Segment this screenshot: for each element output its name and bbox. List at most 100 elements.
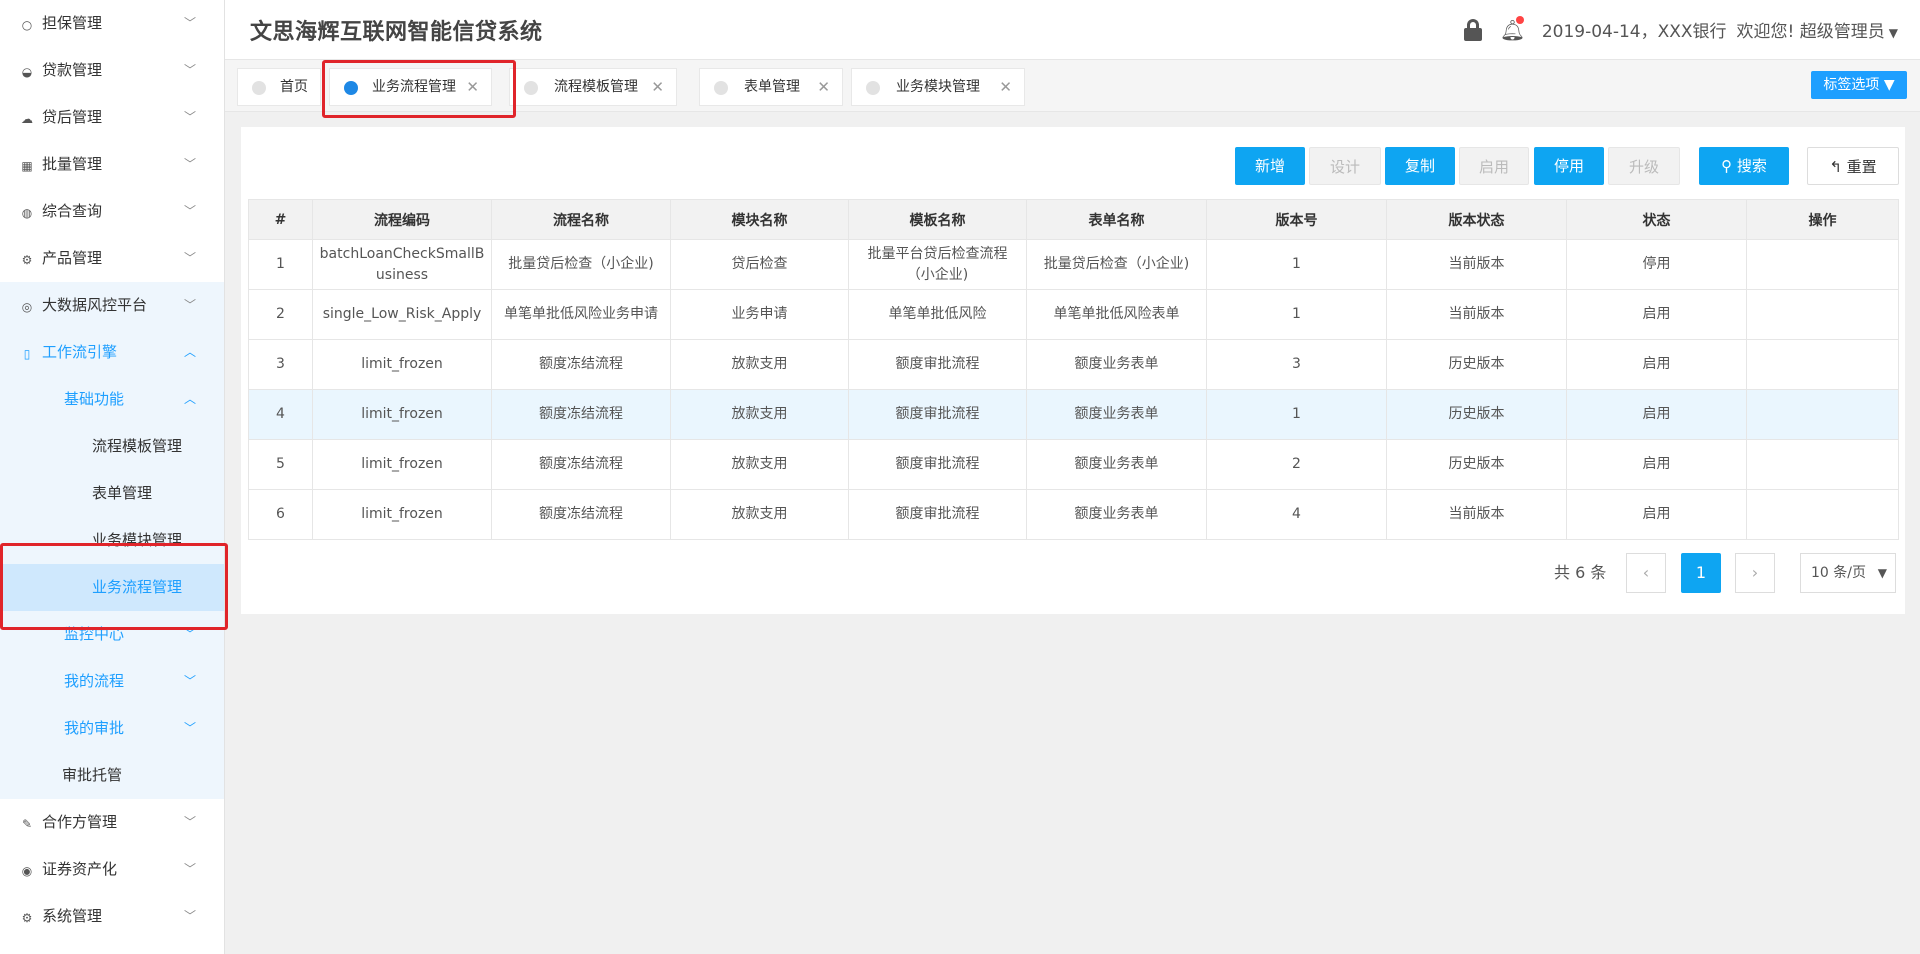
sidebar-item-my-approvals[interactable]: 我的审批 ﹀ [0, 705, 224, 752]
table-row[interactable]: 6 limit_frozen 额度冻结流程 放款支用 额度审批流程 额度业务表单… [248, 489, 1899, 540]
mobile-icon: ▯ [23, 347, 31, 361]
sidebar-item-monitor-center[interactable]: 监控中心 ﹀ [0, 611, 224, 658]
column-header[interactable]: 操作 [1746, 199, 1899, 240]
column-header[interactable]: 版本号 [1206, 199, 1387, 240]
column-header[interactable]: 流程名称 [491, 199, 671, 240]
sidebar-item-guarantee[interactable]: ○ 担保管理 ﹀ [0, 0, 224, 47]
close-icon[interactable]: ✕ [999, 69, 1012, 105]
table-cell: 3 [1206, 339, 1387, 390]
sidebar-item-system[interactable]: ⚙ 系统管理 ﹀ [0, 893, 224, 940]
sidebar-item-my-flows[interactable]: 我的流程 ﹀ [0, 658, 224, 705]
table-row[interactable]: 4 limit_frozen 额度冻结流程 放款支用 额度审批流程 额度业务表单… [248, 389, 1899, 440]
table-cell[interactable] [1746, 289, 1899, 340]
table-row[interactable]: 5 limit_frozen 额度冻结流程 放款支用 额度审批流程 额度业务表单… [248, 439, 1899, 490]
sidebar-item-batch[interactable]: ▦ 批量管理 ﹀ [0, 141, 224, 188]
sidebar-item-flow-template[interactable]: 流程模板管理 [0, 423, 224, 470]
design-button[interactable]: 设计 [1309, 147, 1381, 185]
tab-flow-template[interactable]: 流程模板管理 ✕ [509, 68, 677, 106]
sidebar-item-workflow[interactable]: ▯ 工作流引擎 ︿ [0, 329, 224, 376]
sidebar-item-business-flow[interactable]: 业务流程管理 [0, 564, 224, 611]
table-header-row: # 流程编码 流程名称 模块名称 模板名称 表单名称 版本号 版本状态 状态 操… [248, 199, 1899, 240]
column-header[interactable]: 版本状态 [1386, 199, 1567, 240]
sidebar-item-query[interactable]: ◍ 综合查询 ﹀ [0, 188, 224, 235]
table-cell[interactable] [1746, 339, 1899, 390]
close-icon[interactable]: ✕ [651, 69, 664, 105]
table-cell: 历史版本 [1386, 339, 1567, 390]
cloud-icon: ☁ [21, 112, 33, 126]
table-row[interactable]: 1 batchLoanCheckSmallBusiness 批量贷后检查（小企业… [248, 239, 1899, 290]
close-icon[interactable]: ✕ [466, 69, 479, 105]
table-cell: 额度冻结流程 [491, 389, 671, 440]
sidebar-item-business-module[interactable]: 业务模块管理 [0, 517, 224, 564]
sidebar-item-approval-delegation[interactable]: 审批托管 [0, 752, 224, 799]
table-cell: 启用 [1566, 289, 1747, 340]
table-cell: 当前版本 [1386, 489, 1567, 540]
circle-outline-icon: ○ [21, 18, 33, 32]
chevron-left-icon: ‹ [1642, 563, 1650, 582]
column-header[interactable]: 流程编码 [312, 199, 492, 240]
chevron-down-icon: ﹀ [183, 204, 196, 218]
chevron-down-icon: ﹀ [183, 909, 196, 923]
close-icon[interactable]: ✕ [817, 69, 830, 105]
chevron-down-icon: ﹀ [183, 862, 196, 876]
bell-icon[interactable]: 🔔︎ [1500, 15, 1525, 41]
sidebar-item-loan[interactable]: ◒ 贷款管理 ﹀ [0, 47, 224, 94]
gear-icon: ⚙ [21, 911, 33, 925]
table-cell: 启用 [1566, 489, 1747, 540]
table-cell: 启用 [1566, 439, 1747, 490]
user-menu[interactable]: 欢迎您! 超级管理员 ▼ [1737, 17, 1898, 42]
tab-home[interactable]: 首页 [237, 68, 321, 106]
table-cell: 放款支用 [670, 439, 849, 490]
chevron-up-icon: ︿ [183, 392, 196, 406]
sidebar-item-product[interactable]: ⚙ 产品管理 ﹀ [0, 235, 224, 282]
back-arrow-icon: ↰ [1829, 158, 1842, 176]
table-cell: 1 [1206, 289, 1387, 340]
table-row[interactable]: 2 single_Low_Risk_Apply 单笔单批低风险业务申请 业务申请… [248, 289, 1899, 340]
column-header[interactable]: 模块名称 [670, 199, 849, 240]
tab-status-dot [524, 81, 538, 95]
tab-status-dot [344, 81, 358, 95]
column-header[interactable]: 模板名称 [848, 199, 1027, 240]
table-cell[interactable] [1746, 439, 1899, 490]
sidebar-item-partner[interactable]: ✎ 合作方管理 ﹀ [0, 799, 224, 846]
tab-form-management[interactable]: 表单管理 ✕ [699, 68, 843, 106]
sidebar-item-post-loan[interactable]: ☁ 贷后管理 ﹀ [0, 94, 224, 141]
tab-bar: 首页 业务流程管理 ✕ 流程模板管理 ✕ 表单管理 ✕ 业务模块管理 ✕ 标签选项 ▼ [225, 60, 1920, 112]
table-cell: 批量贷后检查（小企业) [491, 239, 671, 290]
sidebar-item-form-management[interactable]: 表单管理 [0, 470, 224, 517]
table-cell[interactable] [1746, 389, 1899, 440]
add-button[interactable]: 新增 [1235, 147, 1305, 185]
table-cell[interactable] [1746, 239, 1899, 290]
sidebar-item-basic-functions[interactable]: 基础功能 ︿ [0, 376, 224, 423]
chevron-up-icon: ︿ [183, 345, 196, 359]
tab-business-flow[interactable]: 业务流程管理 ✕ [329, 68, 492, 106]
table-cell: 当前版本 [1386, 239, 1567, 290]
tab-business-module[interactable]: 业务模块管理 ✕ [851, 68, 1025, 106]
table-cell: 放款支用 [670, 489, 849, 540]
pager-next-button[interactable]: › [1735, 553, 1775, 593]
table-cell: single_Low_Risk_Apply [312, 289, 492, 340]
signal-icon: ◎ [21, 300, 33, 314]
chevron-down-icon: ﹀ [183, 157, 196, 171]
disable-button[interactable]: 停用 [1534, 147, 1604, 185]
table-cell[interactable] [1746, 489, 1899, 540]
table-row[interactable]: 3 limit_frozen 额度冻结流程 放款支用 额度审批流程 额度业务表单… [248, 339, 1899, 390]
enable-button[interactable]: 启用 [1459, 147, 1529, 185]
date-bank-label: 2019-04-14，XXX银行 [1541, 22, 1727, 42]
column-header[interactable]: 状态 [1566, 199, 1747, 240]
pager-current-page[interactable]: 1 [1681, 553, 1721, 593]
upgrade-button[interactable]: 升级 [1608, 147, 1680, 185]
reset-button[interactable]: ↰ 重置 [1807, 147, 1899, 185]
lock-icon[interactable] [1463, 18, 1482, 41]
tab-options-button[interactable]: 标签选项 ▼ [1811, 71, 1907, 99]
search-button[interactable]: ⚲ 搜索 [1699, 147, 1789, 185]
tab-status-dot [866, 81, 880, 95]
column-header[interactable]: 表单名称 [1026, 199, 1207, 240]
sidebar-item-bigdata[interactable]: ◎ 大数据风控平台 ﹀ [0, 282, 224, 329]
table-cell: 额度审批流程 [848, 489, 1027, 540]
pager-prev-button[interactable]: ‹ [1626, 553, 1666, 593]
sidebar-item-securitization[interactable]: ◉ 证券资产化 ﹀ [0, 846, 224, 893]
copy-button[interactable]: 复制 [1385, 147, 1455, 185]
page-size-select[interactable]: 10 条/页 ▼ [1800, 553, 1896, 593]
column-header[interactable]: # [248, 199, 313, 240]
